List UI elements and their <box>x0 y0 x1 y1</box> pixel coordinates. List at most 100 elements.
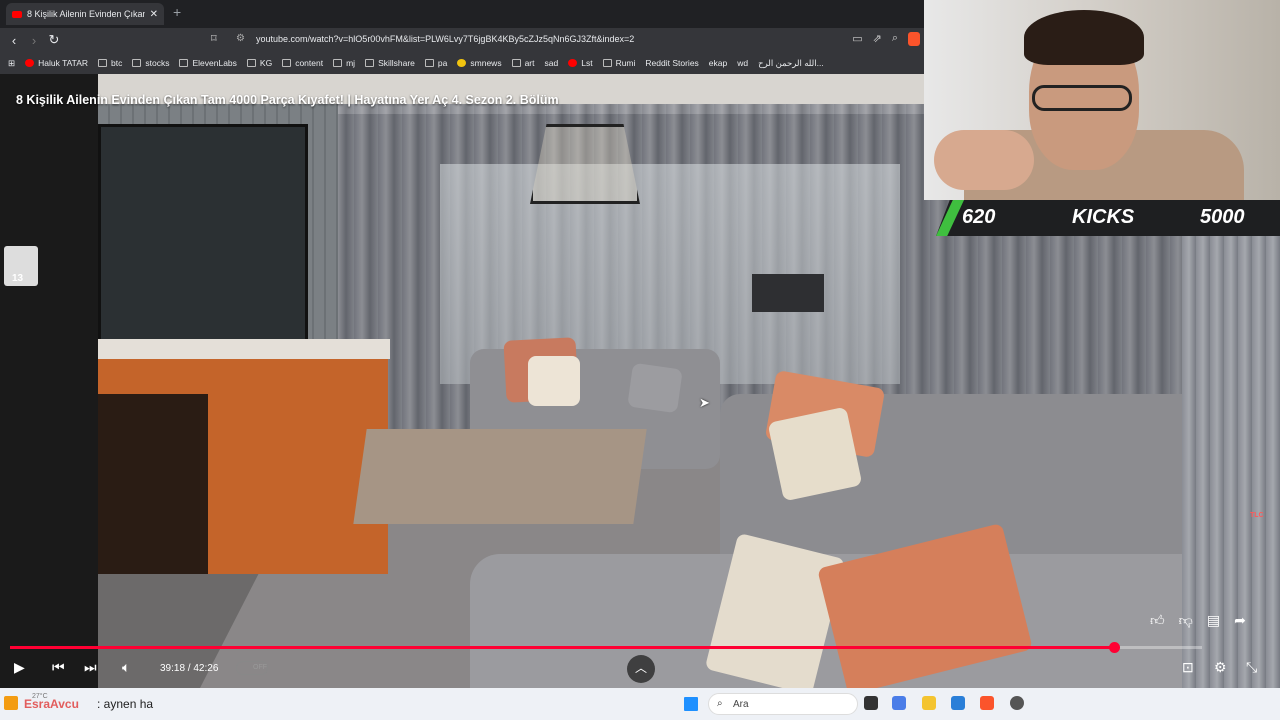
previous-icon[interactable]: ⏮ <box>52 659 65 676</box>
bookmark-item[interactable]: mj <box>333 58 355 68</box>
chat-avatar <box>4 696 18 710</box>
bookmark-item[interactable]: stocks <box>132 58 169 68</box>
chat-username: EsraAvcu <box>24 697 79 711</box>
bookmark-item[interactable]: الله الرحمن الرح... <box>758 58 824 69</box>
bookmark-item[interactable]: content <box>282 58 323 68</box>
play-icon[interactable]: ▶ <box>14 659 25 676</box>
bookmark-item[interactable]: art <box>511 58 535 68</box>
youtube-icon <box>12 10 22 18</box>
autoplay-toggle[interactable]: OFF <box>236 661 268 675</box>
chat-message: : aynen ha <box>97 697 154 711</box>
bookmark-item[interactable]: Lst <box>568 58 593 68</box>
folder-icon <box>424 59 434 67</box>
progress-bar[interactable] <box>10 642 1202 653</box>
settings-icon[interactable]: ⚙ <box>1214 659 1227 676</box>
comments-icon[interactable]: ▤ <box>1207 612 1220 629</box>
bookshelf <box>98 394 208 574</box>
zoom-icon[interactable]: ⌕ <box>892 32 898 46</box>
taskbar-search[interactable]: ⌕ Ara <box>708 693 858 715</box>
bookmark-item[interactable]: wd <box>737 58 748 68</box>
task-view-icon[interactable] <box>864 696 878 710</box>
tlc-logo: TLC <box>1250 512 1264 519</box>
skillshare-icon <box>365 59 375 67</box>
browser-tab[interactable]: 8 Kişilik Ailenin Evinden Çıkan ✕ <box>6 3 164 25</box>
bookmark-item[interactable]: sad <box>545 58 559 68</box>
bookmark-item[interactable]: Skillshare <box>365 58 415 68</box>
time-display: 39:18 / 42:26 <box>160 663 219 674</box>
video-actions: 👍︎ 👎︎ ▤ ➦ <box>1150 612 1246 629</box>
bookmark-item[interactable]: Haluk TATAR <box>25 58 88 68</box>
folder-icon <box>511 59 521 67</box>
share-icon[interactable]: ➦ <box>1234 612 1246 629</box>
progress-fill <box>10 646 1114 649</box>
video-title[interactable]: 8 Kişilik Ailenin Evinden Çıkan Tam 4000… <box>16 93 559 107</box>
webcam-overlay <box>924 0 1280 200</box>
channel-avatar[interactable]: 13 <box>4 246 38 286</box>
pillow <box>627 362 683 414</box>
reload-icon[interactable]: ↻ <box>44 32 64 48</box>
obs-icon[interactable] <box>1010 696 1024 710</box>
player-controls: ▶ ⏮ ⏭ 🔈︎ 39:18 / 42:26 OFF ︿ ⊡ ⚙ ⤡ <box>0 655 1270 683</box>
streamer-hand <box>934 130 1034 190</box>
site-settings-icon[interactable]: ⚙ <box>236 33 245 44</box>
brave-icon[interactable] <box>980 696 994 710</box>
folder-icon <box>132 59 142 67</box>
taskbar: 27°C EsraAvcu : aynen ha ⌕ Ara <box>0 688 1280 720</box>
bookmark-item[interactable]: pa <box>424 58 447 68</box>
floor-lamp <box>752 274 824 312</box>
next-icon[interactable]: ⏭ <box>84 659 97 676</box>
pillow <box>767 406 863 502</box>
back-icon[interactable]: ‹ <box>4 33 24 48</box>
cast-icon[interactable]: ▭ <box>852 32 862 46</box>
bookmark-item[interactable]: Rumi <box>602 58 635 68</box>
lst-icon <box>568 59 578 67</box>
new-tab-button[interactable]: + <box>173 4 181 20</box>
folder-icon <box>282 59 292 67</box>
bookmark-item[interactable]: Reddit Stories <box>645 58 698 68</box>
bookmark-item[interactable]: ekap <box>709 58 727 68</box>
score-left: 620 <box>962 206 996 228</box>
bookmark-item[interactable]: btc <box>98 58 122 68</box>
close-tab-icon[interactable]: ✕ <box>150 9 158 20</box>
bookmark-item[interactable]: smnews <box>457 58 502 68</box>
apps-icon[interactable]: ⊞ <box>8 58 15 69</box>
dislike-icon[interactable]: 👎︎ <box>1179 612 1193 629</box>
brave-shield-icon[interactable] <box>908 32 920 46</box>
bookmark-item[interactable]: KG <box>246 58 272 68</box>
exit-fullscreen-icon[interactable]: ⤡ <box>1246 659 1257 676</box>
address-bar: ‹ › ↻ ⌑ ⚙ youtube.com/watch?v=hlO5r00vhF… <box>0 28 924 52</box>
cabinet-top <box>98 339 390 359</box>
forward-icon[interactable]: › <box>24 33 44 48</box>
folder-icon <box>98 59 108 67</box>
score-label: KICKS <box>1072 206 1135 228</box>
folder-icon <box>246 59 256 67</box>
search-label: Ara <box>733 699 749 710</box>
subtitles-icon[interactable]: ⊡ <box>1182 659 1194 676</box>
tab-bar: 8 Kişilik Ailenin Evinden Çıkan ✕ + <box>0 0 924 28</box>
chevron-up-icon[interactable]: ︿ <box>627 655 655 683</box>
coffee-table <box>353 429 647 524</box>
bookmarks-bar: ⊞ Haluk TATAR btc stocks ElevenLabs KG c… <box>0 52 924 74</box>
score-bar: 620 KICKS 5000 <box>936 200 1280 236</box>
browser-tools: ▭ ⇗ ⌕ <box>852 32 920 46</box>
search-icon: ⌕ <box>717 698 723 709</box>
chandelier <box>530 124 640 204</box>
like-icon[interactable]: 👍︎ <box>1150 612 1165 629</box>
url-field[interactable]: youtube.com/watch?v=hlO5r00vhFM&list=PLW… <box>256 34 634 44</box>
bookmark-item[interactable]: ElevenLabs <box>179 58 237 68</box>
bookmark-icon[interactable]: ⌑ <box>211 32 217 45</box>
video-letterbox <box>0 74 98 688</box>
glasses <box>1032 85 1132 111</box>
progress-knob[interactable] <box>1108 642 1120 653</box>
screen: 8 Kişilik Ailenin Evinden Çıkan ✕ + ‹ › … <box>0 0 1280 720</box>
volume-icon[interactable]: 🔈︎ <box>122 659 130 676</box>
windows-start-icon[interactable] <box>684 697 698 711</box>
copilot-icon[interactable] <box>892 696 906 710</box>
snipping-tool-icon[interactable] <box>951 696 965 710</box>
github-icon <box>333 59 343 67</box>
rumi-icon <box>602 59 612 67</box>
share-icon[interactable]: ⇗ <box>873 32 882 46</box>
file-explorer-icon[interactable] <box>922 696 936 710</box>
youtube-icon <box>25 59 35 67</box>
avatar-badge: 13 <box>12 273 24 284</box>
